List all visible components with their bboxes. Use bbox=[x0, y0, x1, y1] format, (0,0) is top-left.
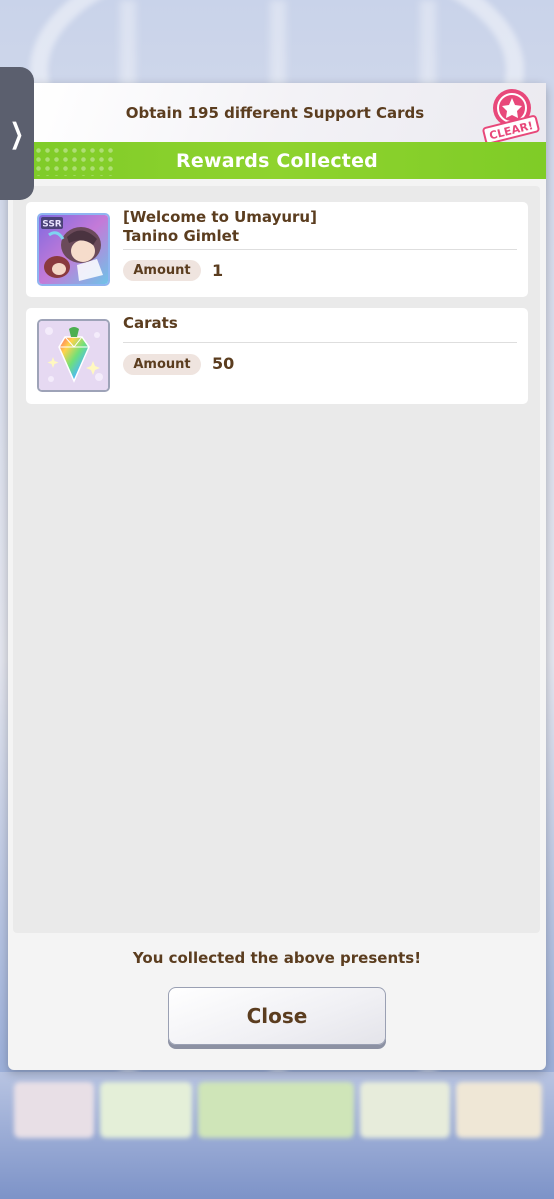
collected-message: You collected the above presents! bbox=[132, 949, 422, 967]
rewards-title: Rewards Collected bbox=[176, 149, 378, 172]
divider bbox=[123, 249, 517, 250]
reward-title-line1: Carats bbox=[123, 314, 178, 332]
close-button[interactable]: Close bbox=[168, 987, 386, 1045]
amount-value: 1 bbox=[212, 261, 224, 280]
background-menu-tile bbox=[198, 1082, 354, 1138]
rewards-header: Rewards Collected bbox=[8, 142, 546, 179]
divider bbox=[123, 342, 517, 343]
rewards-list[interactable]: SSR [Welcome to Umayuru] Tanino Gimlet A… bbox=[13, 186, 540, 933]
reward-title: [Welcome to Umayuru] Tanino Gimlet bbox=[123, 208, 317, 246]
mission-text: Obtain 195 different Support Cards bbox=[125, 104, 425, 122]
reward-title-line2: Tanino Gimlet bbox=[123, 227, 240, 245]
reward-title: Carats bbox=[123, 314, 178, 333]
background-menu-tile bbox=[100, 1082, 192, 1138]
amount-label: Amount bbox=[123, 354, 201, 375]
header-dot-pattern bbox=[34, 146, 114, 176]
amount-label: Amount bbox=[123, 260, 201, 281]
reward-title-line1: [Welcome to Umayuru] bbox=[123, 208, 317, 226]
close-button-label: Close bbox=[246, 1004, 308, 1028]
chevron-right-icon: ❯ bbox=[9, 117, 25, 150]
ssr-badge: SSR bbox=[42, 220, 62, 230]
clear-stamp-icon: CLEAR! bbox=[482, 89, 540, 142]
side-panel-toggle[interactable]: ❯ bbox=[0, 67, 34, 200]
reward-item-carats: Carats Amount 50 bbox=[26, 308, 528, 404]
reward-item-support-card: SSR [Welcome to Umayuru] Tanino Gimlet A… bbox=[26, 202, 528, 297]
background-menu-tile bbox=[14, 1082, 94, 1138]
carat-crystal-icon bbox=[37, 319, 110, 392]
ssr-support-card-icon: SSR bbox=[37, 213, 110, 286]
background-menu-tile bbox=[360, 1082, 450, 1138]
rewards-dialog: Obtain 195 different Support Cards CLEAR… bbox=[8, 83, 546, 1070]
background-menu-tile bbox=[456, 1082, 542, 1138]
mission-banner: Obtain 195 different Support Cards CLEAR… bbox=[34, 83, 546, 144]
amount-value: 50 bbox=[212, 354, 235, 373]
